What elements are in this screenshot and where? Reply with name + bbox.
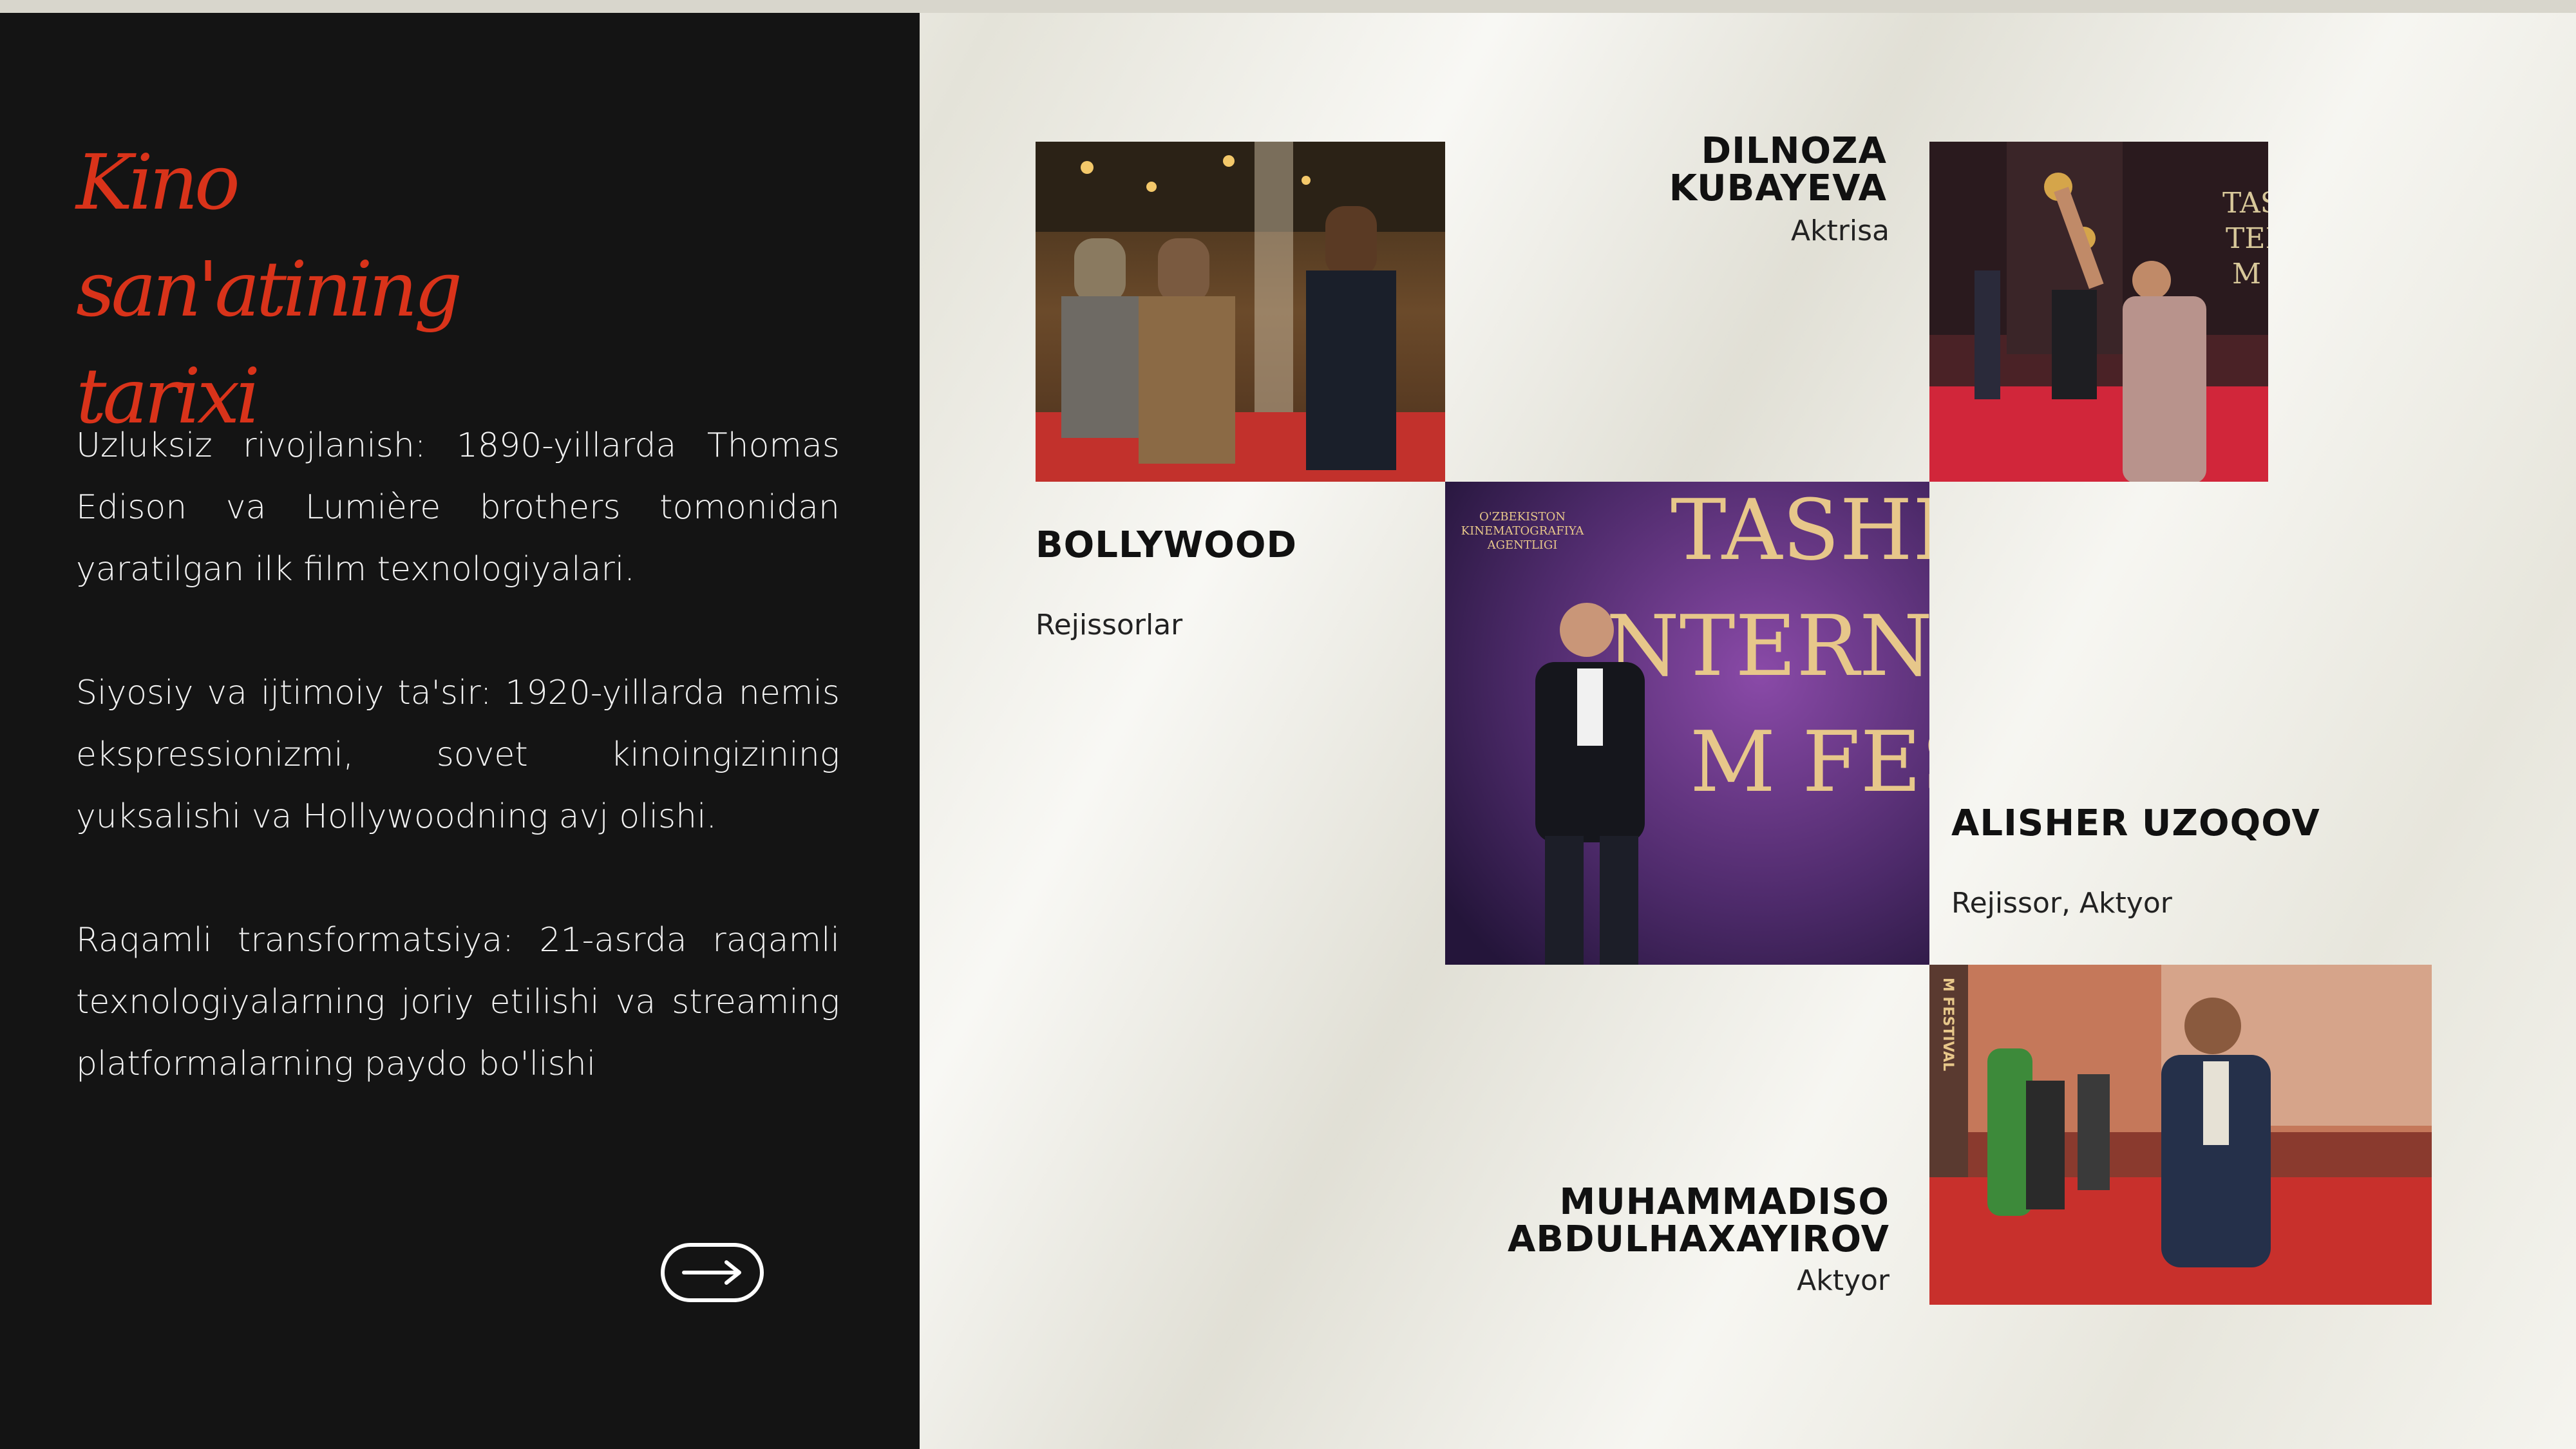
dilnoza-kubayeva-photo: TAS TER M [1929,142,2268,482]
title-line-1: Kino san'atining [76,138,462,334]
bollywood-name: BOLLYWOOD [1036,524,1297,566]
dilnoza-kubayeva-role: Aktrisa [1790,214,1889,247]
next-button[interactable] [661,1243,764,1302]
dilnoza-kubayeva-name: DILNOZA KUBAYEVA [1669,130,1887,209]
festival-wall-line-3: M FEST [1690,713,1929,811]
slide-title: Kino san'atining tarixi [76,129,591,450]
paragraph-continuous-development: Uzluksiz rivojlanish: 1890-yillarda Thom… [76,426,840,589]
alisher-uzoqov-photo: TASHKE NTERNATI M FEST O'ZBEKISTON KINEM… [1445,482,1929,965]
muhammadiso-name-line-2: ABDULHAXAYIROV [1508,1218,1889,1260]
wall-text-3: M [2232,258,2261,290]
wall-text-1: TAS [2222,187,2268,220]
bollywood-photo [1036,142,1445,482]
alisher-uzoqov-role: Rejissor, Aktyor [1951,887,2172,920]
agency-logo-line-2: KINEMATOGRAFIYA [1461,524,1585,538]
festival-wall-line-2: NTERNATI [1606,597,1929,695]
agency-logo-line-1: O'ZBEKISTON [1479,510,1566,524]
festival-vertical-text: M FESTIVAL [1940,978,1956,1071]
bollywood-role: Rejissorlar [1036,609,1183,641]
muhammadiso-abdulhaxayirov-photo: M FESTIVAL [1929,965,2432,1305]
arrow-right-icon [682,1260,741,1285]
agency-logo-line-3: AGENTLIGI [1487,538,1558,552]
wall-text-2: TER [2226,222,2268,255]
paragraph-political-influence: Siyosiy va ijtimoiy ta'sir: 1920-yillard… [76,674,840,836]
left-panel: Kino san'atining tarixi Uzluksiz rivojla… [0,13,920,1449]
festival-wall-line-1: TASHKE [1671,482,1929,579]
paragraph-digital-transformation: Raqamli transformatsiya: 21-asrda raqaml… [76,921,840,1083]
muhammadiso-abdulhaxayirov-caption: MUHAMMADISO ABDULHAXAYIROV Aktyor [1481,1184,1889,1297]
top-strip [0,0,2576,13]
muhammadiso-name-line-1: MUHAMMADISO [1559,1181,1889,1223]
muhammadiso-role: Aktyor [1797,1264,1889,1297]
alisher-uzoqov-name: ALISHER UZOQOV [1951,802,2320,844]
